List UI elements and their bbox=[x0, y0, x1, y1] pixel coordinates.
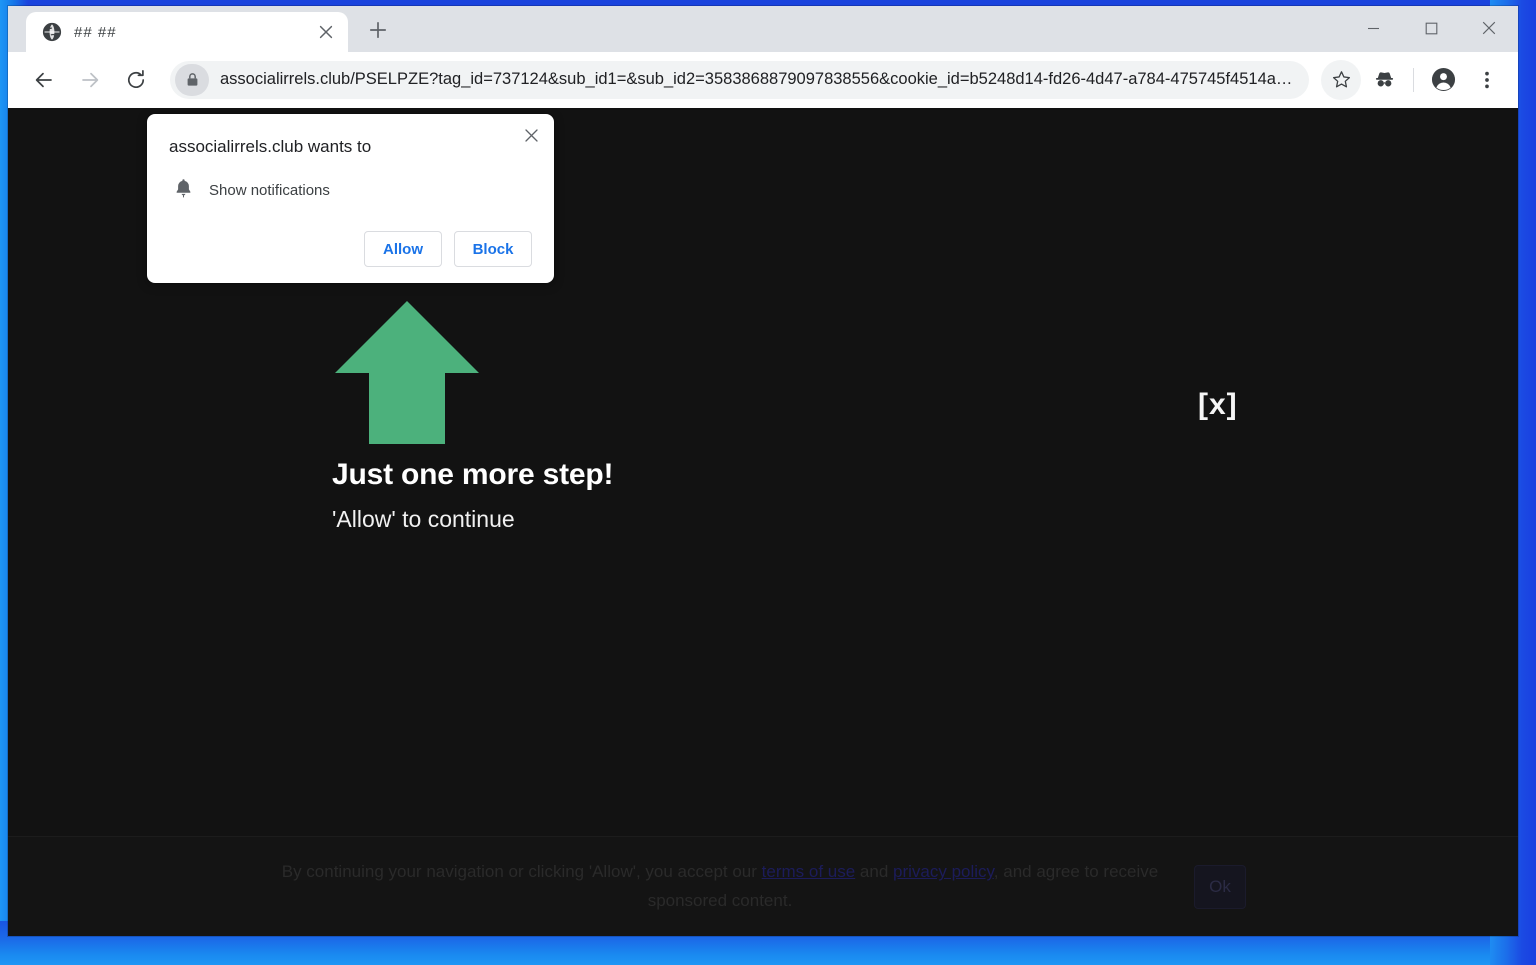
block-button[interactable]: Block bbox=[454, 231, 532, 268]
account-avatar-icon[interactable] bbox=[1422, 59, 1464, 101]
page-viewport: associalirrels.club wants to Show notifi… bbox=[8, 108, 1518, 936]
page-content-block: Just one more step! 'Allow' to continue bbox=[324, 298, 804, 533]
incognito-spy-icon[interactable] bbox=[1363, 59, 1405, 101]
privacy-policy-link[interactable]: privacy policy bbox=[893, 862, 994, 881]
star-icon[interactable] bbox=[1321, 59, 1361, 100]
window-controls bbox=[1344, 6, 1518, 50]
up-arrow-icon bbox=[335, 301, 479, 444]
permission-request-label: Show notifications bbox=[209, 182, 330, 200]
close-ad-badge[interactable]: [x] bbox=[1198, 388, 1238, 422]
bell-icon bbox=[174, 178, 193, 203]
allow-button[interactable]: Allow bbox=[364, 231, 442, 268]
browser-toolbar: associalirrels.club/PSELPZE?tag_id=73712… bbox=[8, 52, 1518, 108]
tab-strip: ## ## bbox=[8, 6, 1518, 52]
notification-permission-dialog: associalirrels.club wants to Show notifi… bbox=[147, 114, 554, 284]
consent-banner: By continuing your navigation or clickin… bbox=[8, 836, 1518, 936]
consent-text-part1: By continuing your navigation or clickin… bbox=[281, 862, 762, 882]
terms-of-use-link[interactable]: terms of use bbox=[762, 862, 856, 881]
permission-request-row: Show notifications bbox=[169, 178, 532, 203]
browser-window: ## ## associalirrels.club/PSELPZE?tag_id… bbox=[8, 6, 1518, 936]
three-dot-menu-icon[interactable] bbox=[1466, 59, 1508, 101]
tab-title: ## ## bbox=[74, 23, 117, 41]
consent-text-part2: and bbox=[855, 862, 894, 882]
permission-dialog-actions: Allow Block bbox=[169, 231, 532, 268]
minimize-window-button[interactable] bbox=[1344, 6, 1402, 50]
new-tab-button[interactable] bbox=[358, 10, 398, 50]
close-icon[interactable] bbox=[518, 122, 544, 148]
back-button[interactable] bbox=[22, 58, 66, 102]
reload-button[interactable] bbox=[114, 58, 158, 102]
lock-icon[interactable] bbox=[175, 63, 209, 96]
page-subtitle: 'Allow' to continue bbox=[332, 506, 515, 532]
forward-button[interactable] bbox=[68, 58, 112, 102]
omnibox[interactable]: associalirrels.club/PSELPZE?tag_id=73712… bbox=[170, 60, 1309, 99]
tab-strip-left-padding bbox=[8, 6, 26, 52]
consent-ok-button[interactable]: Ok bbox=[1194, 864, 1246, 909]
close-window-button[interactable] bbox=[1460, 6, 1518, 50]
close-tab-icon[interactable] bbox=[314, 20, 338, 44]
maximize-window-button[interactable] bbox=[1402, 6, 1460, 50]
browser-tab[interactable]: ## ## bbox=[26, 12, 348, 52]
toolbar-divider bbox=[1413, 67, 1414, 92]
page-title: Just one more step! bbox=[332, 458, 614, 491]
consent-banner-text: By continuing your navigation or clickin… bbox=[280, 858, 1160, 914]
permission-dialog-title: associalirrels.club wants to bbox=[169, 137, 372, 156]
globe-icon bbox=[42, 22, 62, 42]
url-text: associalirrels.club/PSELPZE?tag_id=73712… bbox=[220, 70, 1293, 88]
